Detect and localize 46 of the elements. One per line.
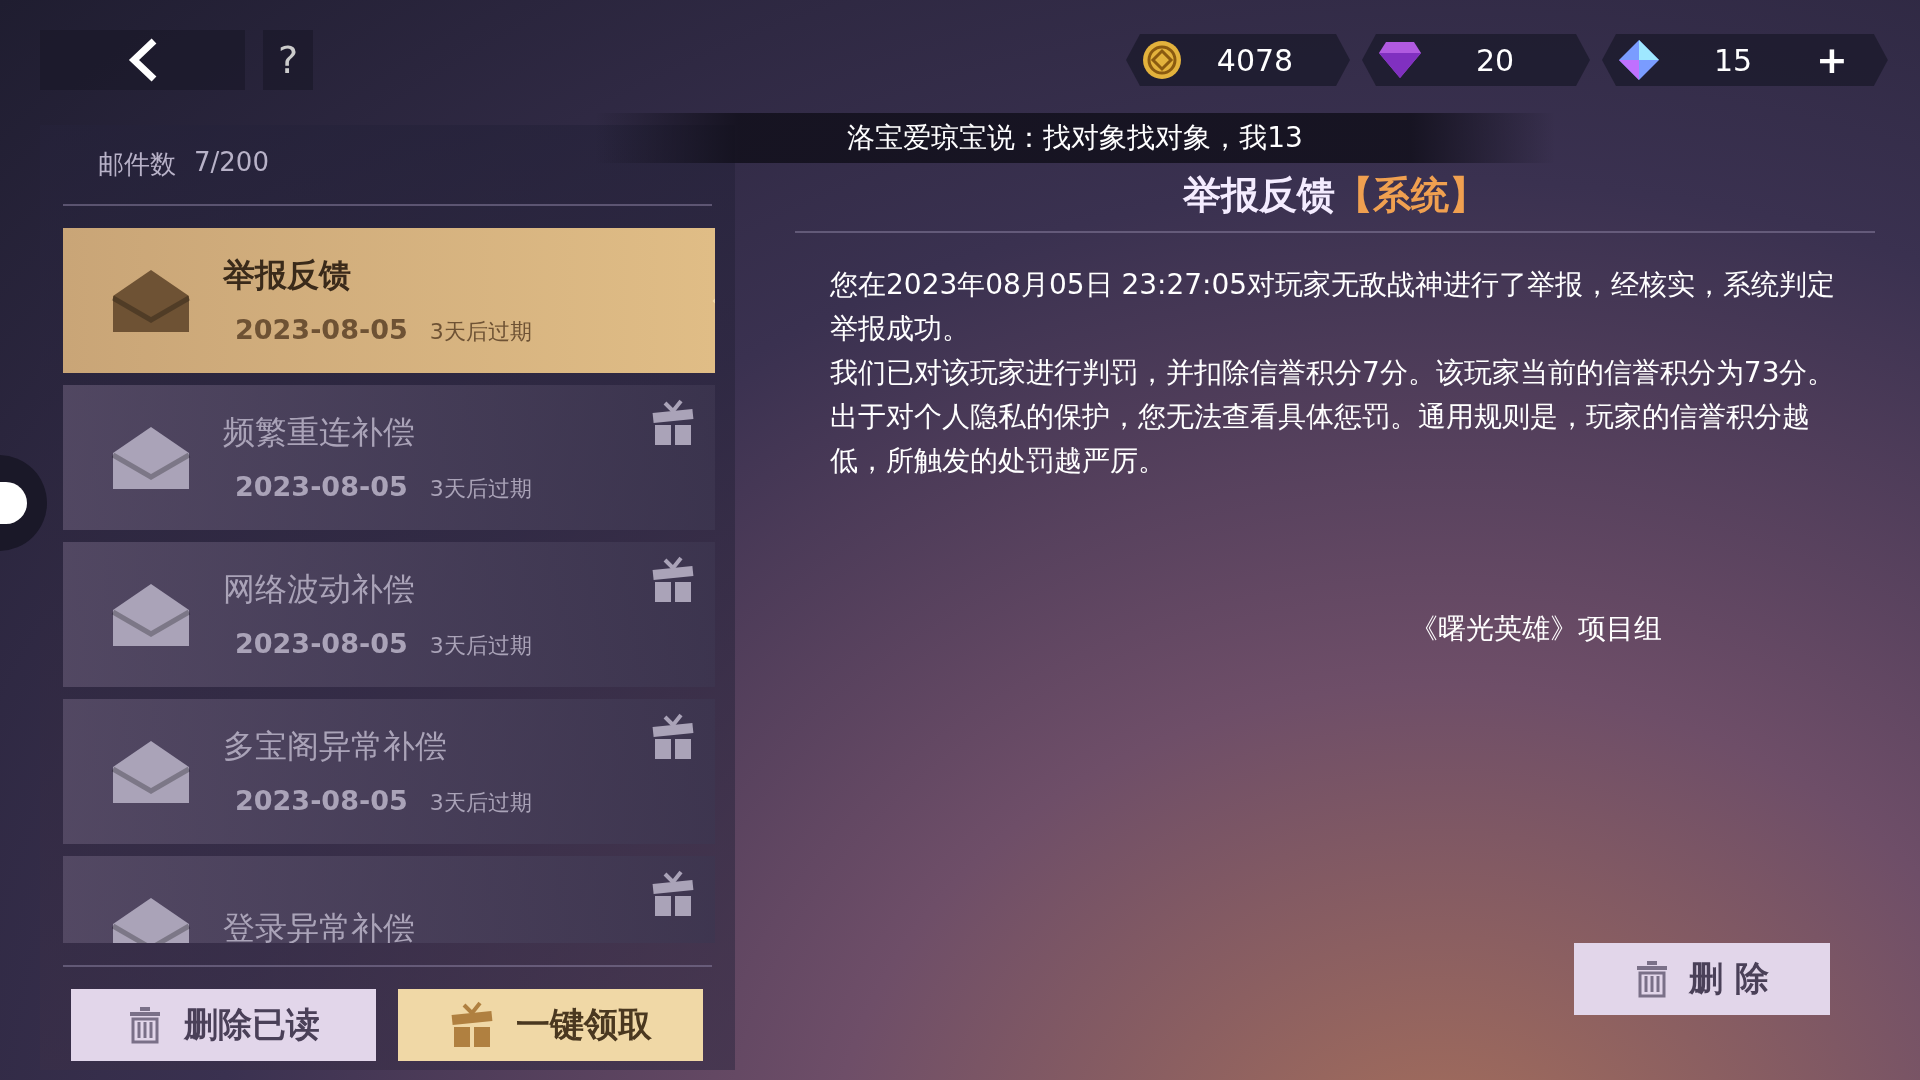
- mail-item[interactable]: 举报反馈 2023-08-05 3天后过期: [63, 228, 715, 373]
- trash-icon: [127, 1006, 162, 1044]
- mail-count-label: 邮件数: [98, 148, 176, 181]
- mail-title: 多宝阁异常补偿: [223, 726, 448, 767]
- mail-item[interactable]: 网络波动补偿 2023-08-05 3天后过期: [63, 542, 715, 687]
- mail-heading: 举报反馈【系统】: [1182, 172, 1488, 219]
- mail-item[interactable]: 多宝阁异常补偿 2023-08-05 3天后过期: [63, 699, 715, 844]
- expiry-label: 3天后过期: [429, 789, 532, 817]
- mail-count: 7/200: [194, 147, 269, 179]
- crystal-icon: [1618, 39, 1660, 81]
- expiry-label: 3天后过期: [429, 475, 532, 503]
- mail-date: 2023-08-05: [235, 785, 408, 816]
- gem-icon: [1378, 40, 1422, 80]
- envelope-icon: [111, 581, 191, 648]
- mail-title: 网络波动补偿: [223, 569, 416, 610]
- mail-paragraph: 您在2023年08月05日 23:27:05对玩家无敌战神进行了举报，经核实，系统判定举报成功。: [830, 267, 1837, 347]
- add-button[interactable]: +: [1806, 38, 1848, 82]
- mail-paragraph: 出于对个人隐私的保护，您无法查看具体惩罚。通用规则是，玩家的信誉积分越低，所触发的处罚越严厉。: [830, 399, 1811, 479]
- currency-amount: 15: [1712, 42, 1754, 78]
- mail-date: 2023-08-05: [235, 314, 408, 345]
- back-icon: [127, 37, 158, 83]
- currency-amount: 4078: [1215, 42, 1295, 78]
- expiry-label: 3天后过期: [429, 632, 532, 660]
- delete-button[interactable]: 删 除: [1574, 943, 1830, 1015]
- mail-date: 2023-08-05: [235, 471, 408, 502]
- mail-item[interactable]: 频繁重连补偿 2023-08-05 3天后过期: [63, 385, 715, 530]
- envelope-icon: [111, 895, 191, 943]
- help-button[interactable]: ?: [263, 30, 313, 90]
- mail-date: 2023-08-05: [235, 628, 408, 659]
- envelope-icon: [111, 738, 191, 805]
- mail-paragraph: 我们已对该玩家进行判罚，并扣除信誉积分7分。该玩家当前的信誉积分为73分。: [830, 355, 1837, 391]
- claim-all-button[interactable]: 一键领取: [398, 989, 703, 1061]
- mail-signature: 《曙光英雄》项目组: [1410, 611, 1663, 647]
- gift-icon: [449, 1001, 494, 1049]
- mail-item[interactable]: 登录异常补偿: [63, 856, 715, 943]
- expiry-label: 3天后过期: [429, 318, 532, 346]
- delete-read-button[interactable]: 删除已读: [71, 989, 376, 1061]
- mail-title: 举报反馈: [223, 255, 352, 296]
- coin-icon: [1142, 40, 1182, 80]
- back-button[interactable]: [40, 30, 245, 90]
- envelope-icon: [111, 267, 191, 334]
- mail-title: 登录异常补偿: [223, 907, 415, 943]
- trash-icon: [1635, 960, 1670, 998]
- envelope-icon: [111, 424, 191, 491]
- currency-amount: 20: [1474, 42, 1516, 78]
- mail-title: 频繁重连补偿: [223, 412, 416, 453]
